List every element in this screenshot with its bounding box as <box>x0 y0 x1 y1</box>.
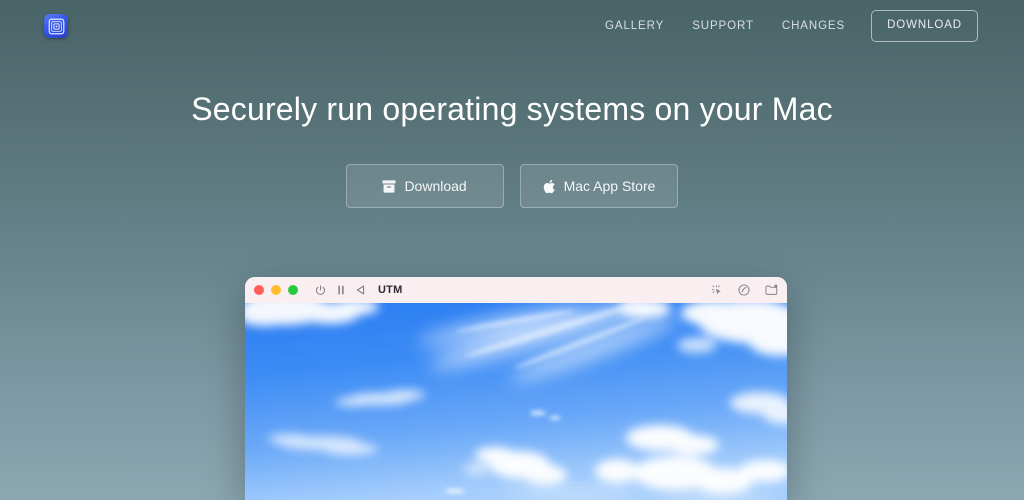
play-triangle-icon[interactable] <box>356 285 365 295</box>
window-titlebar: UTM <box>245 277 787 303</box>
pause-icon[interactable] <box>337 285 345 295</box>
close-window-button[interactable] <box>254 285 264 295</box>
vm-display-wallpaper <box>245 303 787 500</box>
hero-button-row: Download Mac App Store <box>0 164 1024 209</box>
window-toolbar-left <box>315 284 365 296</box>
download-button[interactable]: Download <box>345 164 504 209</box>
sky-wallpaper-image <box>245 303 787 500</box>
utm-app-window-screenshot: UTM <box>245 277 787 500</box>
power-icon[interactable] <box>315 284 326 296</box>
mac-app-store-button[interactable]: Mac App Store <box>519 164 679 209</box>
folder-badge-icon[interactable] <box>765 284 778 296</box>
maximize-window-button[interactable] <box>288 285 298 295</box>
mac-app-store-button-label: Mac App Store <box>563 178 656 195</box>
minimize-window-button[interactable] <box>271 285 281 295</box>
hero-section: Securely run operating systems on your M… <box>0 0 1024 209</box>
cursor-sparkle-icon[interactable] <box>711 284 723 296</box>
window-toolbar-right <box>711 284 778 296</box>
disc-icon[interactable] <box>738 284 750 296</box>
page-title: Securely run operating systems on your M… <box>191 91 833 127</box>
window-title: UTM <box>378 284 403 296</box>
traffic-lights <box>254 285 298 295</box>
archive-box-icon <box>382 180 396 193</box>
apple-logo-icon <box>543 179 556 194</box>
download-button-label: Download <box>404 178 467 195</box>
